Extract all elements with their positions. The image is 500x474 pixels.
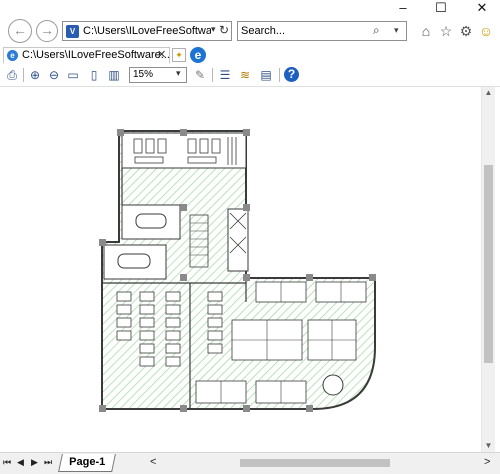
settings-gear-icon[interactable]: ⚙ [457, 22, 475, 40]
zoom-dropdown-icon[interactable]: ▾ [176, 68, 181, 79]
address-dropdown-icon[interactable]: ▾ [211, 24, 216, 35]
scroll-up-icon[interactable]: ▲ [482, 87, 495, 99]
address-url[interactable]: C:\Users\ILoveFreeSoftwa [83, 25, 211, 37]
zoom-in-icon[interactable]: ⊕ [27, 67, 43, 83]
minimize-button[interactable]: – [388, 0, 418, 16]
floor-plan-drawing [99, 129, 376, 412]
vertical-scroll-thumb[interactable] [484, 165, 493, 363]
help-icon[interactable]: ? [284, 67, 299, 82]
page-tab-label: Page-1 [69, 456, 106, 468]
previous-page-icon[interactable]: ◀ [17, 457, 24, 468]
toolbar-divider [212, 68, 213, 82]
zoom-value: 15% [133, 69, 154, 80]
page-view-icon[interactable]: ▭ [65, 67, 81, 83]
horizontal-scroll-thumb[interactable] [240, 459, 390, 467]
scroll-right-icon[interactable]: > [484, 456, 490, 468]
favorites-star-icon[interactable]: ☆ [437, 22, 455, 40]
fit-page-icon[interactable]: ▯ [86, 67, 102, 83]
elevator-core [227, 208, 249, 272]
close-window-button[interactable]: ✕ [467, 0, 497, 16]
forward-button[interactable]: → [36, 20, 58, 42]
last-page-icon[interactable]: ⏭ [44, 457, 52, 468]
horizontal-scrollbar[interactable] [160, 456, 480, 470]
tab-label: C:\Users\ILoveFreeSoftware... [22, 49, 170, 61]
ie-logo-icon[interactable]: e [190, 47, 206, 63]
round-table [322, 374, 344, 396]
layer-stack-icon[interactable]: ≋ [237, 67, 253, 83]
tab-close-icon[interactable]: ✕ [157, 48, 166, 61]
back-arrow-icon: ← [13, 22, 27, 38]
first-page-icon[interactable]: ⏮ [3, 457, 11, 468]
page-favicon-icon: V [66, 25, 79, 38]
pan-tool-icon[interactable]: ✎ [192, 67, 208, 83]
new-tab-icon: ✦ [175, 50, 183, 60]
scroll-down-icon[interactable]: ▼ [482, 440, 495, 452]
maximize-button[interactable]: ☐ [426, 0, 456, 16]
address-bar[interactable]: V C:\Users\ILoveFreeSoftwa ▾ ↻ [62, 21, 232, 41]
zoom-select[interactable]: 15% ▾ [129, 67, 187, 83]
new-tab-button[interactable]: ✦ [172, 48, 186, 62]
back-button[interactable]: ← [8, 19, 32, 43]
fit-width-icon[interactable]: ▥ [106, 67, 122, 83]
toolbar-divider [23, 68, 24, 82]
browser-tab[interactable]: e C:\Users\ILoveFreeSoftware... ✕ [3, 47, 170, 64]
next-page-icon[interactable]: ▶ [31, 457, 38, 468]
search-dropdown-icon[interactable]: ▾ [394, 25, 399, 36]
address-row: ← → V C:\Users\ILoveFreeSoftwa ▾ ↻ ⌕ ▾ ⌂… [0, 16, 500, 46]
drawing-viewport[interactable] [0, 87, 481, 452]
page-bar: ⏮ ◀ ▶ ⏭ Page-1 < > [0, 452, 500, 474]
meeting-table-2 [117, 253, 151, 269]
zoom-out-icon[interactable]: ⊖ [46, 67, 62, 83]
feedback-smiley-icon[interactable]: ☺ [477, 22, 495, 40]
scroll-left-icon[interactable]: < [150, 456, 156, 468]
vertical-scrollbar[interactable]: ▲ ▼ [481, 87, 495, 452]
viewer-toolbar: ⎙ ⊕ ⊖ ▭ ▯ ▥ 15% ▾ ✎ ☰ ≋ ▤ ? [0, 64, 500, 87]
title-bar: – ☐ ✕ [0, 0, 500, 16]
search-input[interactable] [241, 24, 369, 38]
search-icon[interactable]: ⌕ [373, 23, 380, 38]
ie-tab-icon: e [7, 50, 18, 61]
search-box[interactable]: ⌕ ▾ [237, 21, 407, 41]
home-icon[interactable]: ⌂ [417, 22, 435, 40]
toolbar-divider [279, 68, 280, 82]
forward-arrow-icon: → [40, 22, 54, 38]
layers-icon[interactable]: ☰ [217, 67, 233, 83]
refresh-icon[interactable]: ↻ [219, 23, 229, 37]
meeting-table-1 [135, 213, 167, 229]
page-tab[interactable]: Page-1 [58, 454, 116, 472]
print-icon[interactable]: ⎙ [4, 67, 20, 83]
tab-row: e C:\Users\ILoveFreeSoftware... ✕ ✦ e [0, 46, 500, 65]
panel-icon[interactable]: ▤ [258, 67, 274, 83]
